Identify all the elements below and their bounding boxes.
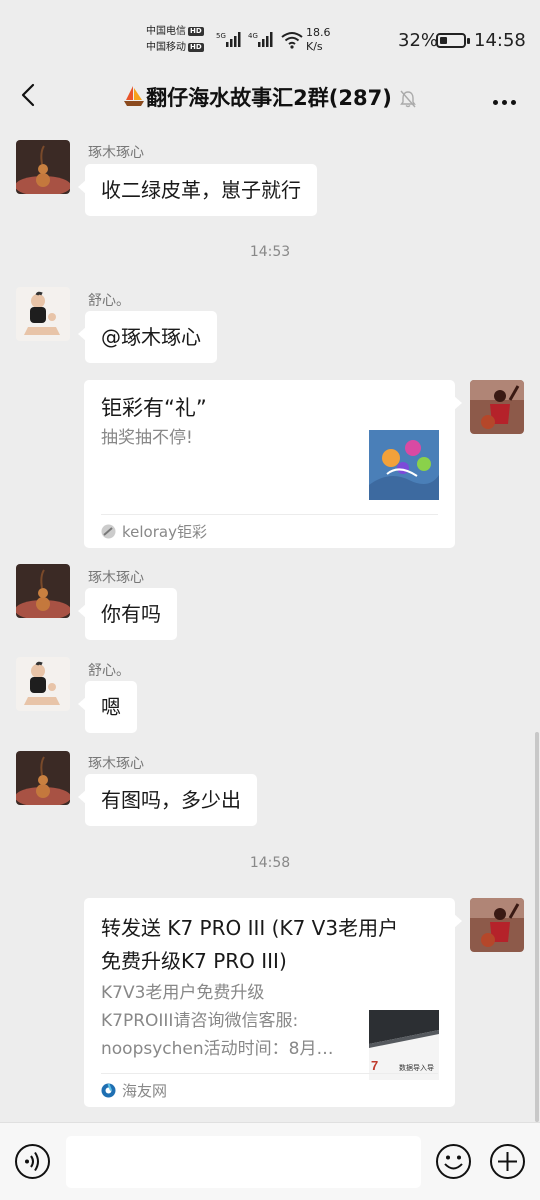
card-source: 海友网 bbox=[101, 1080, 167, 1101]
chat-title: 翻仔海水故事汇2群(287) bbox=[146, 86, 392, 110]
avatar-shuxin[interactable] bbox=[16, 287, 70, 341]
carrier-2: 中国移动 bbox=[146, 42, 186, 53]
message-input[interactable] bbox=[66, 1136, 421, 1188]
status-time: 14:58 bbox=[474, 30, 526, 51]
net-speed-value: 18.6 bbox=[306, 26, 331, 39]
avatar-zhuomu[interactable] bbox=[16, 751, 70, 805]
sender-name: 琢木琢心 bbox=[88, 145, 144, 161]
source-logo-icon bbox=[101, 1083, 116, 1098]
avatar-shuxin[interactable] bbox=[16, 657, 70, 711]
signal-4g-icon: 4G bbox=[248, 32, 273, 47]
message-bubble[interactable]: 你有吗 bbox=[78, 588, 177, 640]
card-title-line-1: 转发送 K7 PRO III (K7 V3老用户 bbox=[101, 916, 399, 940]
timestamp: 14:53 bbox=[249, 244, 291, 260]
link-card-lottery[interactable]: 钜彩有“礼” 抽奖抽不停! keloray钜彩 bbox=[84, 380, 462, 548]
battery-icon bbox=[436, 33, 470, 48]
message-bubble[interactable]: @琢木琢心 bbox=[78, 311, 217, 363]
avatar-me[interactable] bbox=[470, 380, 524, 434]
card-description-line-2: K7PROIII请咨询微信客服: bbox=[101, 1011, 299, 1031]
card-source-name: 海友网 bbox=[122, 1082, 168, 1100]
signal-5g-icon: 5G bbox=[216, 32, 241, 47]
net-speed: 18.6 K/s bbox=[306, 26, 331, 54]
avatar-me[interactable] bbox=[470, 898, 524, 952]
scrollbar[interactable] bbox=[535, 732, 539, 1122]
card-thumbnail: 7 数据导入导 bbox=[369, 1010, 439, 1080]
battery-fill bbox=[440, 37, 447, 44]
net-speed-unit: K/s bbox=[306, 40, 323, 53]
emoji-icon[interactable] bbox=[435, 1143, 472, 1180]
avatar-zhuomu[interactable] bbox=[16, 140, 70, 194]
message-bubble[interactable]: 收二绿皮革，崽子就行 bbox=[78, 164, 317, 216]
timestamp: 14:58 bbox=[249, 855, 291, 871]
sailboat-emoji-icon bbox=[124, 86, 145, 106]
card-source-name: keloray钜彩 bbox=[122, 523, 207, 541]
net-5g-label: 5G bbox=[216, 32, 226, 40]
hd-badge: HD bbox=[188, 42, 204, 52]
card-description-line-1: K7V3老用户免费升级 bbox=[101, 983, 265, 1003]
card-description-line-3: noopsychen活动时间：8月… bbox=[101, 1039, 334, 1059]
chat-area: 琢木琢心 收二绿皮革，崽子就行 14:53 舒心。 @琢木琢心 钜彩有“礼” 抽… bbox=[0, 122, 540, 1122]
voice-icon[interactable] bbox=[14, 1143, 51, 1180]
plus-icon[interactable] bbox=[489, 1143, 526, 1180]
source-logo-icon bbox=[101, 524, 116, 539]
battery-percent: 32% bbox=[398, 30, 439, 51]
bell-off-icon bbox=[399, 90, 416, 108]
message-bubble[interactable]: 嗯 bbox=[78, 681, 137, 733]
card-divider bbox=[101, 514, 438, 515]
more-dots-icon[interactable] bbox=[489, 90, 516, 109]
sender-name: 舒心。 bbox=[88, 293, 130, 309]
card-title-line-2: 免费升级K7 PRO III) bbox=[101, 949, 287, 973]
chat-title-wrap: 翻仔海水故事汇2群(287) bbox=[0, 82, 540, 112]
thumb-text-big: 7 bbox=[371, 1058, 378, 1073]
card-description: 抽奖抽不停! bbox=[101, 428, 193, 448]
message-bubble[interactable]: 有图吗，多少出 bbox=[78, 774, 257, 826]
carrier-info: 中国电信 HD 中国移动 HD bbox=[146, 24, 204, 56]
wifi-icon bbox=[281, 32, 303, 49]
status-bar: 中国电信 HD 中国移动 HD 5G 4G 18.6 K/s 32% 14:58 bbox=[0, 0, 540, 70]
sender-name: 琢木琢心 bbox=[88, 756, 144, 772]
chat-header: 翻仔海水故事汇2群(287) bbox=[0, 70, 540, 122]
net-4g-label: 4G bbox=[248, 32, 258, 40]
hd-badge: HD bbox=[188, 26, 204, 36]
carrier-1: 中国电信 bbox=[146, 26, 186, 37]
thumb-text-small: 数据导入导 bbox=[399, 1063, 434, 1072]
avatar-zhuomu[interactable] bbox=[16, 564, 70, 618]
card-source: keloray钜彩 bbox=[101, 521, 207, 542]
card-divider bbox=[101, 1073, 438, 1074]
card-thumbnail bbox=[369, 430, 439, 500]
input-bar bbox=[0, 1122, 540, 1200]
link-card-k7[interactable]: 转发送 K7 PRO III (K7 V3老用户 免费升级K7 PRO III)… bbox=[84, 898, 462, 1107]
sender-name: 舒心。 bbox=[88, 663, 130, 679]
sender-name: 琢木琢心 bbox=[88, 570, 144, 586]
card-title: 钜彩有“礼” bbox=[101, 396, 207, 420]
